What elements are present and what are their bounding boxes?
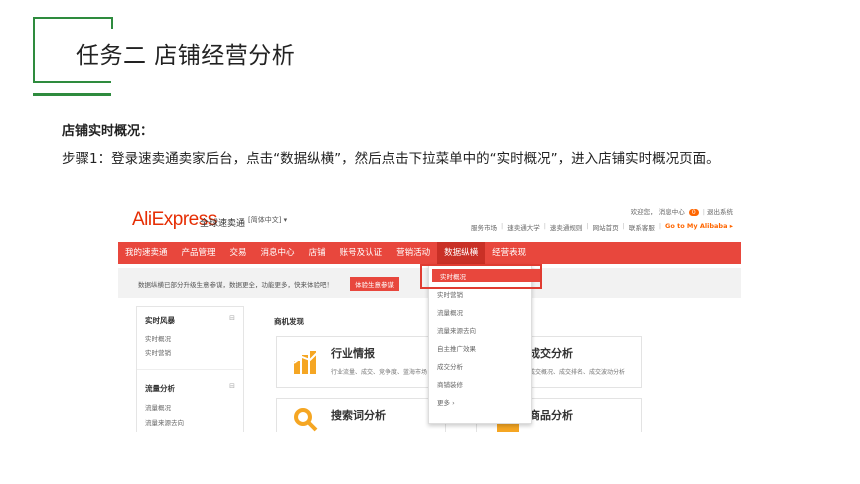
nav-my-aliexpress[interactable]: 我的速卖通: [118, 242, 175, 264]
top-right-bar: 欢迎您， 消息中心 0 | 退出系统: [630, 208, 733, 216]
top-link-service-market[interactable]: 服务市场: [471, 222, 497, 232]
nav-performance[interactable]: 经营表现: [485, 242, 533, 264]
search-icon: [294, 408, 318, 432]
message-center-link[interactable]: 消息中心: [659, 208, 685, 216]
sidebar-item-traffic-overview[interactable]: 流量概况: [145, 402, 171, 412]
notice-text: 数据纵横已部分升级生意参谋，数据更全，功能更多，快来体验吧！: [138, 281, 333, 289]
top-link-rules[interactable]: 速卖通规则: [550, 222, 583, 232]
welcome-text: 欢迎您，: [630, 208, 657, 216]
dropdown-item[interactable]: 流量概况: [437, 307, 463, 317]
aliexpress-logo-cn: 全球速卖通: [200, 219, 246, 229]
chart-bars-icon: [293, 351, 318, 374]
dropdown-item[interactable]: 流量来源去向: [437, 325, 476, 335]
dropdown-item[interactable]: 成交分析: [437, 361, 463, 371]
nav-store[interactable]: 店铺: [302, 242, 333, 264]
main-heading: 商机发现: [274, 317, 304, 326]
message-count-badge: 0: [688, 209, 699, 216]
main-nav: 我的速卖通 产品管理 交易 消息中心 店铺 账号及认证 营销活动 数据纵横 经营…: [118, 242, 741, 264]
top-link-university[interactable]: 速卖通大学: [507, 222, 540, 232]
top-link-support[interactable]: 联系客服: [629, 222, 655, 232]
sidebar-divider: [137, 369, 243, 370]
top-links: 服务市场 | 速卖通大学 | 速卖通规则 | 网站首页 | 联系客服 | Go to My…: [471, 222, 733, 232]
nav-data[interactable]: 数据纵横: [437, 242, 486, 264]
dropdown-item-more[interactable]: 更多 ›: [437, 397, 455, 407]
nav-account[interactable]: 账号及认证: [333, 242, 390, 264]
card-desc: 成交概况、成交排名、成交波动分析: [529, 369, 626, 376]
try-button[interactable]: 体验生意参谋: [350, 277, 399, 291]
sidebar-item-realtime-marketing[interactable]: 实时营销: [145, 347, 171, 357]
sub-heading: 店铺实时概况：: [62, 124, 154, 139]
card-title: 成交分析: [529, 347, 573, 360]
sidebar-section-traffic[interactable]: 流量分析: [145, 383, 175, 394]
top-link-my-alibaba[interactable]: Go to My Alibaba ▸: [665, 222, 733, 232]
card-title: 商品分析: [529, 409, 573, 422]
top-link-homepage[interactable]: 网站首页: [593, 222, 619, 232]
sidebar: 实时风暴 ⊟ 实时概况 实时营销 流量分析 ⊟ 流量概况 流量来源去向: [136, 306, 244, 432]
sidebar-item-realtime-overview[interactable]: 实时概况: [145, 333, 171, 343]
card-title: 搜索词分析: [331, 409, 386, 422]
sidebar-section-realtime[interactable]: 实时风暴: [145, 315, 175, 326]
nav-products[interactable]: 产品管理: [175, 242, 223, 264]
slide-title: 任务二 店铺经营分析: [76, 43, 296, 69]
seller-backend-screenshot: AliExpress 全球速卖通 [简体中文] ▾ 欢迎您， 消息中心 0 | …: [118, 196, 741, 432]
sidebar-item-traffic-source[interactable]: 流量来源去向: [145, 417, 184, 427]
dropdown-item[interactable]: 自主推广效果: [437, 343, 476, 353]
nav-trade[interactable]: 交易: [223, 242, 254, 264]
card-industry[interactable]: 行业情报 行业流量、成交、竞争度、蓝海市场: [276, 336, 446, 388]
highlight-box: [420, 264, 542, 289]
card-search-terms[interactable]: 搜索词分析: [276, 398, 446, 432]
collapse-icon[interactable]: ⊟: [229, 314, 235, 322]
nav-marketing[interactable]: 营销活动: [389, 242, 437, 264]
title-underline: [33, 93, 111, 96]
body-paragraph: 步骤1：登录速卖通卖家后台，点击“数据纵横”，然后点击下拉菜单中的“实时概况”，…: [62, 151, 720, 167]
collapse-icon[interactable]: ⊟: [229, 382, 235, 390]
card-desc: 行业流量、成交、竞争度、蓝海市场: [331, 369, 428, 376]
logout-link[interactable]: 退出系统: [707, 208, 733, 216]
dropdown-item[interactable]: 实时营销: [437, 289, 463, 299]
language-select[interactable]: [简体中文] ▾: [248, 215, 287, 225]
dropdown-item[interactable]: 商铺装修: [437, 379, 463, 389]
nav-messages[interactable]: 消息中心: [254, 242, 302, 264]
card-title: 行业情报: [331, 347, 375, 360]
